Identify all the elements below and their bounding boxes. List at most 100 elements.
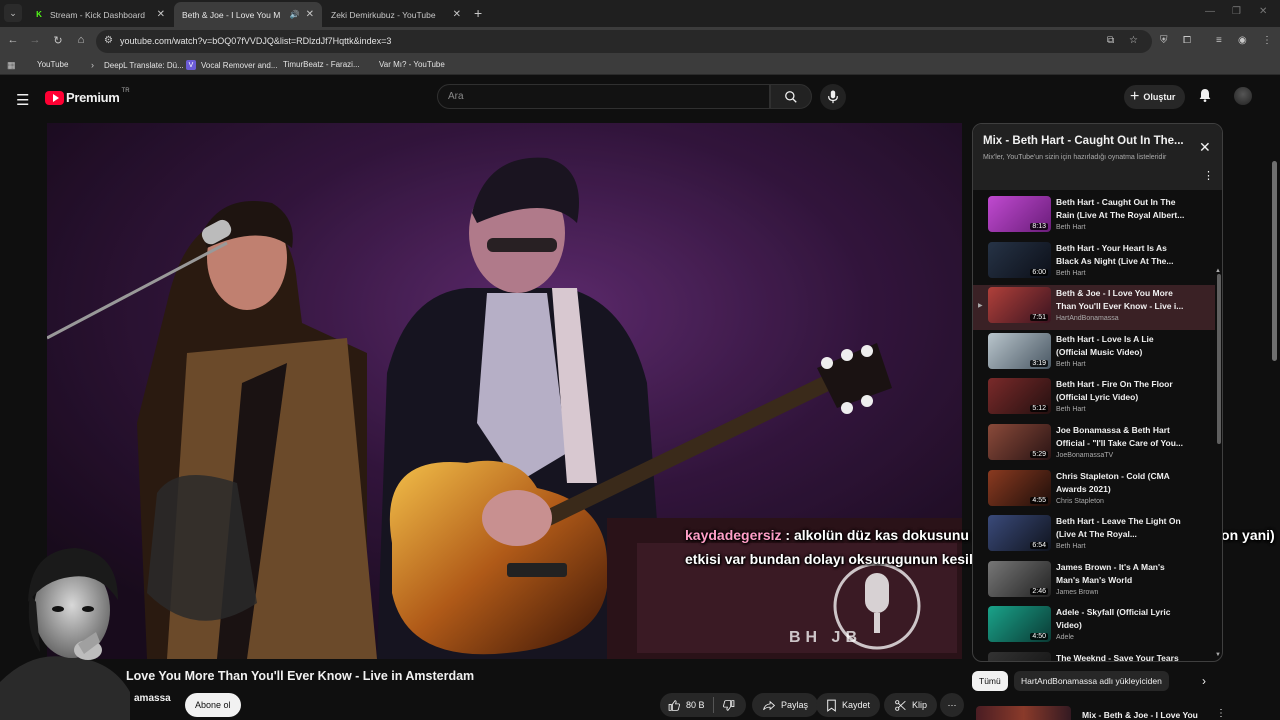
playlist-item-channel: Chris Stapleton <box>1056 497 1104 505</box>
playlist-item[interactable]: 6:54 Beth Hart - Leave The Light On (Live… <box>973 513 1215 558</box>
playlist-item-title: James Brown - It's A Man's Man's Man's W… <box>1056 561 1165 585</box>
playlist-item-text: Adele - Skyfall (Official Lyric Video) Ad… <box>1056 606 1186 641</box>
maximize-icon[interactable]: ❐ <box>1232 6 1241 17</box>
share-label: Paylaş <box>781 700 809 710</box>
profile-icon[interactable]: ◉ <box>1238 35 1247 46</box>
playlist-item[interactable]: 5:12 Beth Hart - Fire On The Floor (Offic… <box>973 376 1215 421</box>
apps-grid-icon[interactable]: ▦ <box>7 60 16 71</box>
browser-tab-youtube-active[interactable]: Beth & Joe - I Love You M 🔊 ✕ <box>174 2 322 86</box>
playlist-item-text: James Brown - It's A Man's Man's Man's W… <box>1056 561 1186 596</box>
extensions-icon[interactable]: ⧠ <box>1183 35 1191 46</box>
playlist-scrollbar[interactable] <box>1217 274 1221 444</box>
duration-badge: 3:19 <box>1030 359 1048 367</box>
more-vertical-icon[interactable]: ⋮ <box>1216 708 1226 719</box>
playlist-title[interactable]: Mix - Beth Hart - Caught Out In The... <box>983 135 1184 147</box>
streamer-webcam-overlay <box>0 548 130 720</box>
chip-uploader[interactable]: HartAndBonamassa adlı yükleyiciden <box>1014 671 1169 691</box>
search-button[interactable] <box>770 84 812 109</box>
playlist-item[interactable]: 8:13 Beth Hart - Caught Out In The Rain (… <box>973 194 1215 239</box>
bookmark-vocal-remover[interactable]: V Vocal Remover and... <box>186 60 277 70</box>
playlist-item-title: Beth Hart - Leave The Light On (Live At … <box>1056 516 1181 540</box>
chip-all[interactable]: Tümü <box>972 671 1008 691</box>
chevron-right-icon[interactable]: › <box>1202 674 1206 688</box>
tab-close-icon[interactable]: ✕ <box>306 9 314 20</box>
voice-search-button[interactable] <box>820 84 846 110</box>
share-button[interactable]: Paylaş <box>752 693 819 717</box>
plus-icon: + <box>1130 88 1140 105</box>
scroll-down-icon[interactable]: ▼ <box>1215 652 1221 658</box>
playlist-item[interactable]: 2:46 James Brown - It's A Man's Man's Man… <box>973 559 1215 604</box>
audio-playing-icon[interactable]: 🔊 <box>290 10 300 19</box>
scissors-icon <box>895 699 906 711</box>
playlist-subtitle: Mix'ler, YouTube'un sizin için hazırladı… <box>983 154 1167 161</box>
recommendation-item[interactable]: Mix - Beth & Joe - I Love You ⋮ <box>976 704 1226 720</box>
playlist-thumbnail: 4:50 <box>988 606 1051 643</box>
cast-icon[interactable]: ⧉ <box>1107 35 1114 46</box>
dislike-button[interactable] <box>714 693 743 717</box>
minimize-icon[interactable]: — <box>1205 6 1215 17</box>
tab-search-button[interactable]: ⌄ <box>4 4 22 22</box>
close-window-icon[interactable]: ✕ <box>1259 6 1267 17</box>
tab-close-icon[interactable]: ✕ <box>453 9 461 20</box>
playlist-item-title: Adele - Skyfall (Official Lyric Video) <box>1056 607 1171 631</box>
more-vertical-icon[interactable]: ⋮ <box>1203 169 1214 182</box>
bookmark-deepl[interactable]: › DeepL Translate: Dü... <box>91 60 184 70</box>
playlist-item[interactable]: 6:00 Beth Hart - Your Heart Is As Black A… <box>973 240 1215 285</box>
video-player[interactable]: BH JB <box>47 123 962 659</box>
playlist-item[interactable]: 4:55 Chris Stapleton - Cold (CMA Awards 2… <box>973 468 1215 513</box>
bell-icon <box>1199 89 1211 102</box>
site-info-icon[interactable]: ⚙ <box>104 35 113 46</box>
mix-playlist-panel: Mix - Beth Hart - Caught Out In The... M… <box>972 123 1223 662</box>
playlist-thumbnail: 2:46 <box>988 560 1051 597</box>
account-avatar[interactable] <box>1234 87 1252 105</box>
playlist-item[interactable]: The Weeknd - Save Your Tears <box>973 650 1215 662</box>
playlist-thumbnail <box>988 652 1051 661</box>
playlist-item-title: Chris Stapleton - Cold (CMA Awards 2021) <box>1056 470 1170 494</box>
tab-label: Zeki Demirkubuz - YouTube <box>331 9 436 20</box>
browser-menu-icon[interactable]: ⋮ <box>1262 35 1272 46</box>
save-button[interactable]: Kaydet <box>816 693 881 717</box>
bookmark-star-icon[interactable]: ☆ <box>1129 35 1138 46</box>
reload-icon[interactable]: ↻ <box>51 34 65 47</box>
thumbs-down-icon <box>722 699 734 711</box>
playlist-item[interactable]: 3:19 Beth Hart - Love Is A Lie (Official … <box>973 331 1215 376</box>
bookmark-timurbeatz[interactable]: TimurBeatz - Farazi... <box>283 60 360 144</box>
new-tab-button[interactable]: + <box>474 5 482 21</box>
clip-button[interactable]: Klip <box>884 693 938 717</box>
shield-icon[interactable]: ⛨ <box>1160 35 1168 46</box>
like-button[interactable]: 80 B <box>660 693 713 717</box>
playlist-item-channel: HartAndBonamassa <box>1056 315 1119 323</box>
media-control-icon[interactable]: ≡ <box>1216 35 1222 46</box>
back-icon[interactable]: ← <box>6 34 20 46</box>
browser-tab-youtube[interactable]: Zeki Demirkubuz - YouTube ✕ <box>323 2 469 86</box>
tab-label: Stream - Kick Dashboard <box>50 9 145 20</box>
playlist-item[interactable]: 5:29 Joe Bonamassa & Beth Hart Official -… <box>973 422 1215 467</box>
address-bar[interactable]: ⚙ youtube.com/watch?v=bOQ07fVVDJQ&list=R… <box>96 30 1152 53</box>
page-scrollbar[interactable] <box>1272 161 1277 361</box>
youtube-premium-logo[interactable]: Premium TR <box>45 88 130 105</box>
create-button[interactable]: + Oluştur <box>1124 85 1186 109</box>
recommendation-title: Mix - Beth & Joe - I Love You <box>1082 710 1198 720</box>
playlist-item[interactable]: ▶ 7:51 Beth & Joe - I Love You More Than Y… <box>973 285 1215 331</box>
playlist-item-title: The Weeknd - Save Your Tears <box>1056 653 1179 662</box>
notifications-button[interactable] <box>1197 87 1213 108</box>
browser-tab-kick[interactable]: K Stream - Kick Dashboard ✕ <box>26 2 173 27</box>
bookmark-var-mi[interactable]: Var Mı? - YouTube <box>379 60 445 144</box>
playlist-item-text: Beth Hart - Love Is A Lie (Official Musi… <box>1056 333 1186 368</box>
tab-close-icon[interactable]: ✕ <box>157 9 165 20</box>
more-actions-button[interactable]: ⋯ <box>940 693 964 717</box>
search-box <box>437 84 770 109</box>
close-icon[interactable]: ✕ <box>1199 139 1211 156</box>
guide-menu-icon[interactable]: ☰ <box>16 91 29 109</box>
home-icon[interactable]: ⌂ <box>74 34 88 46</box>
playlist-thumbnail: 8:13 <box>988 196 1051 232</box>
playlist-item-channel: Beth Hart <box>1056 543 1086 551</box>
subscribe-button[interactable]: Abone ol <box>185 693 241 717</box>
bookmark-youtube[interactable]: YouTube <box>37 60 68 144</box>
search-input[interactable] <box>438 85 769 108</box>
playlist-item-channel: JoeBonamassaTV <box>1056 452 1114 459</box>
channel-name[interactable]: amassa <box>134 693 171 704</box>
forward-icon[interactable]: → <box>28 34 42 46</box>
playlist-item-title: Beth Hart - Your Heart Is As Black As Ni… <box>1056 242 1174 266</box>
playlist-item[interactable]: 4:50 Adele - Skyfall (Official Lyric Vide… <box>973 604 1215 649</box>
